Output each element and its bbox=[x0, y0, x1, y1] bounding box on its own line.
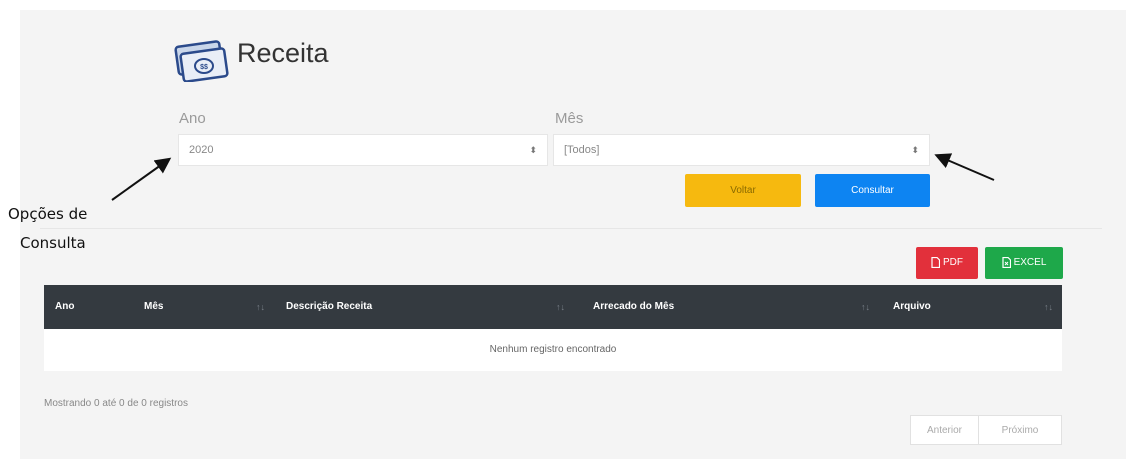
arrow-icon bbox=[111, 157, 172, 201]
annotation-arrows bbox=[111, 153, 995, 201]
arrow-icon bbox=[934, 153, 995, 181]
